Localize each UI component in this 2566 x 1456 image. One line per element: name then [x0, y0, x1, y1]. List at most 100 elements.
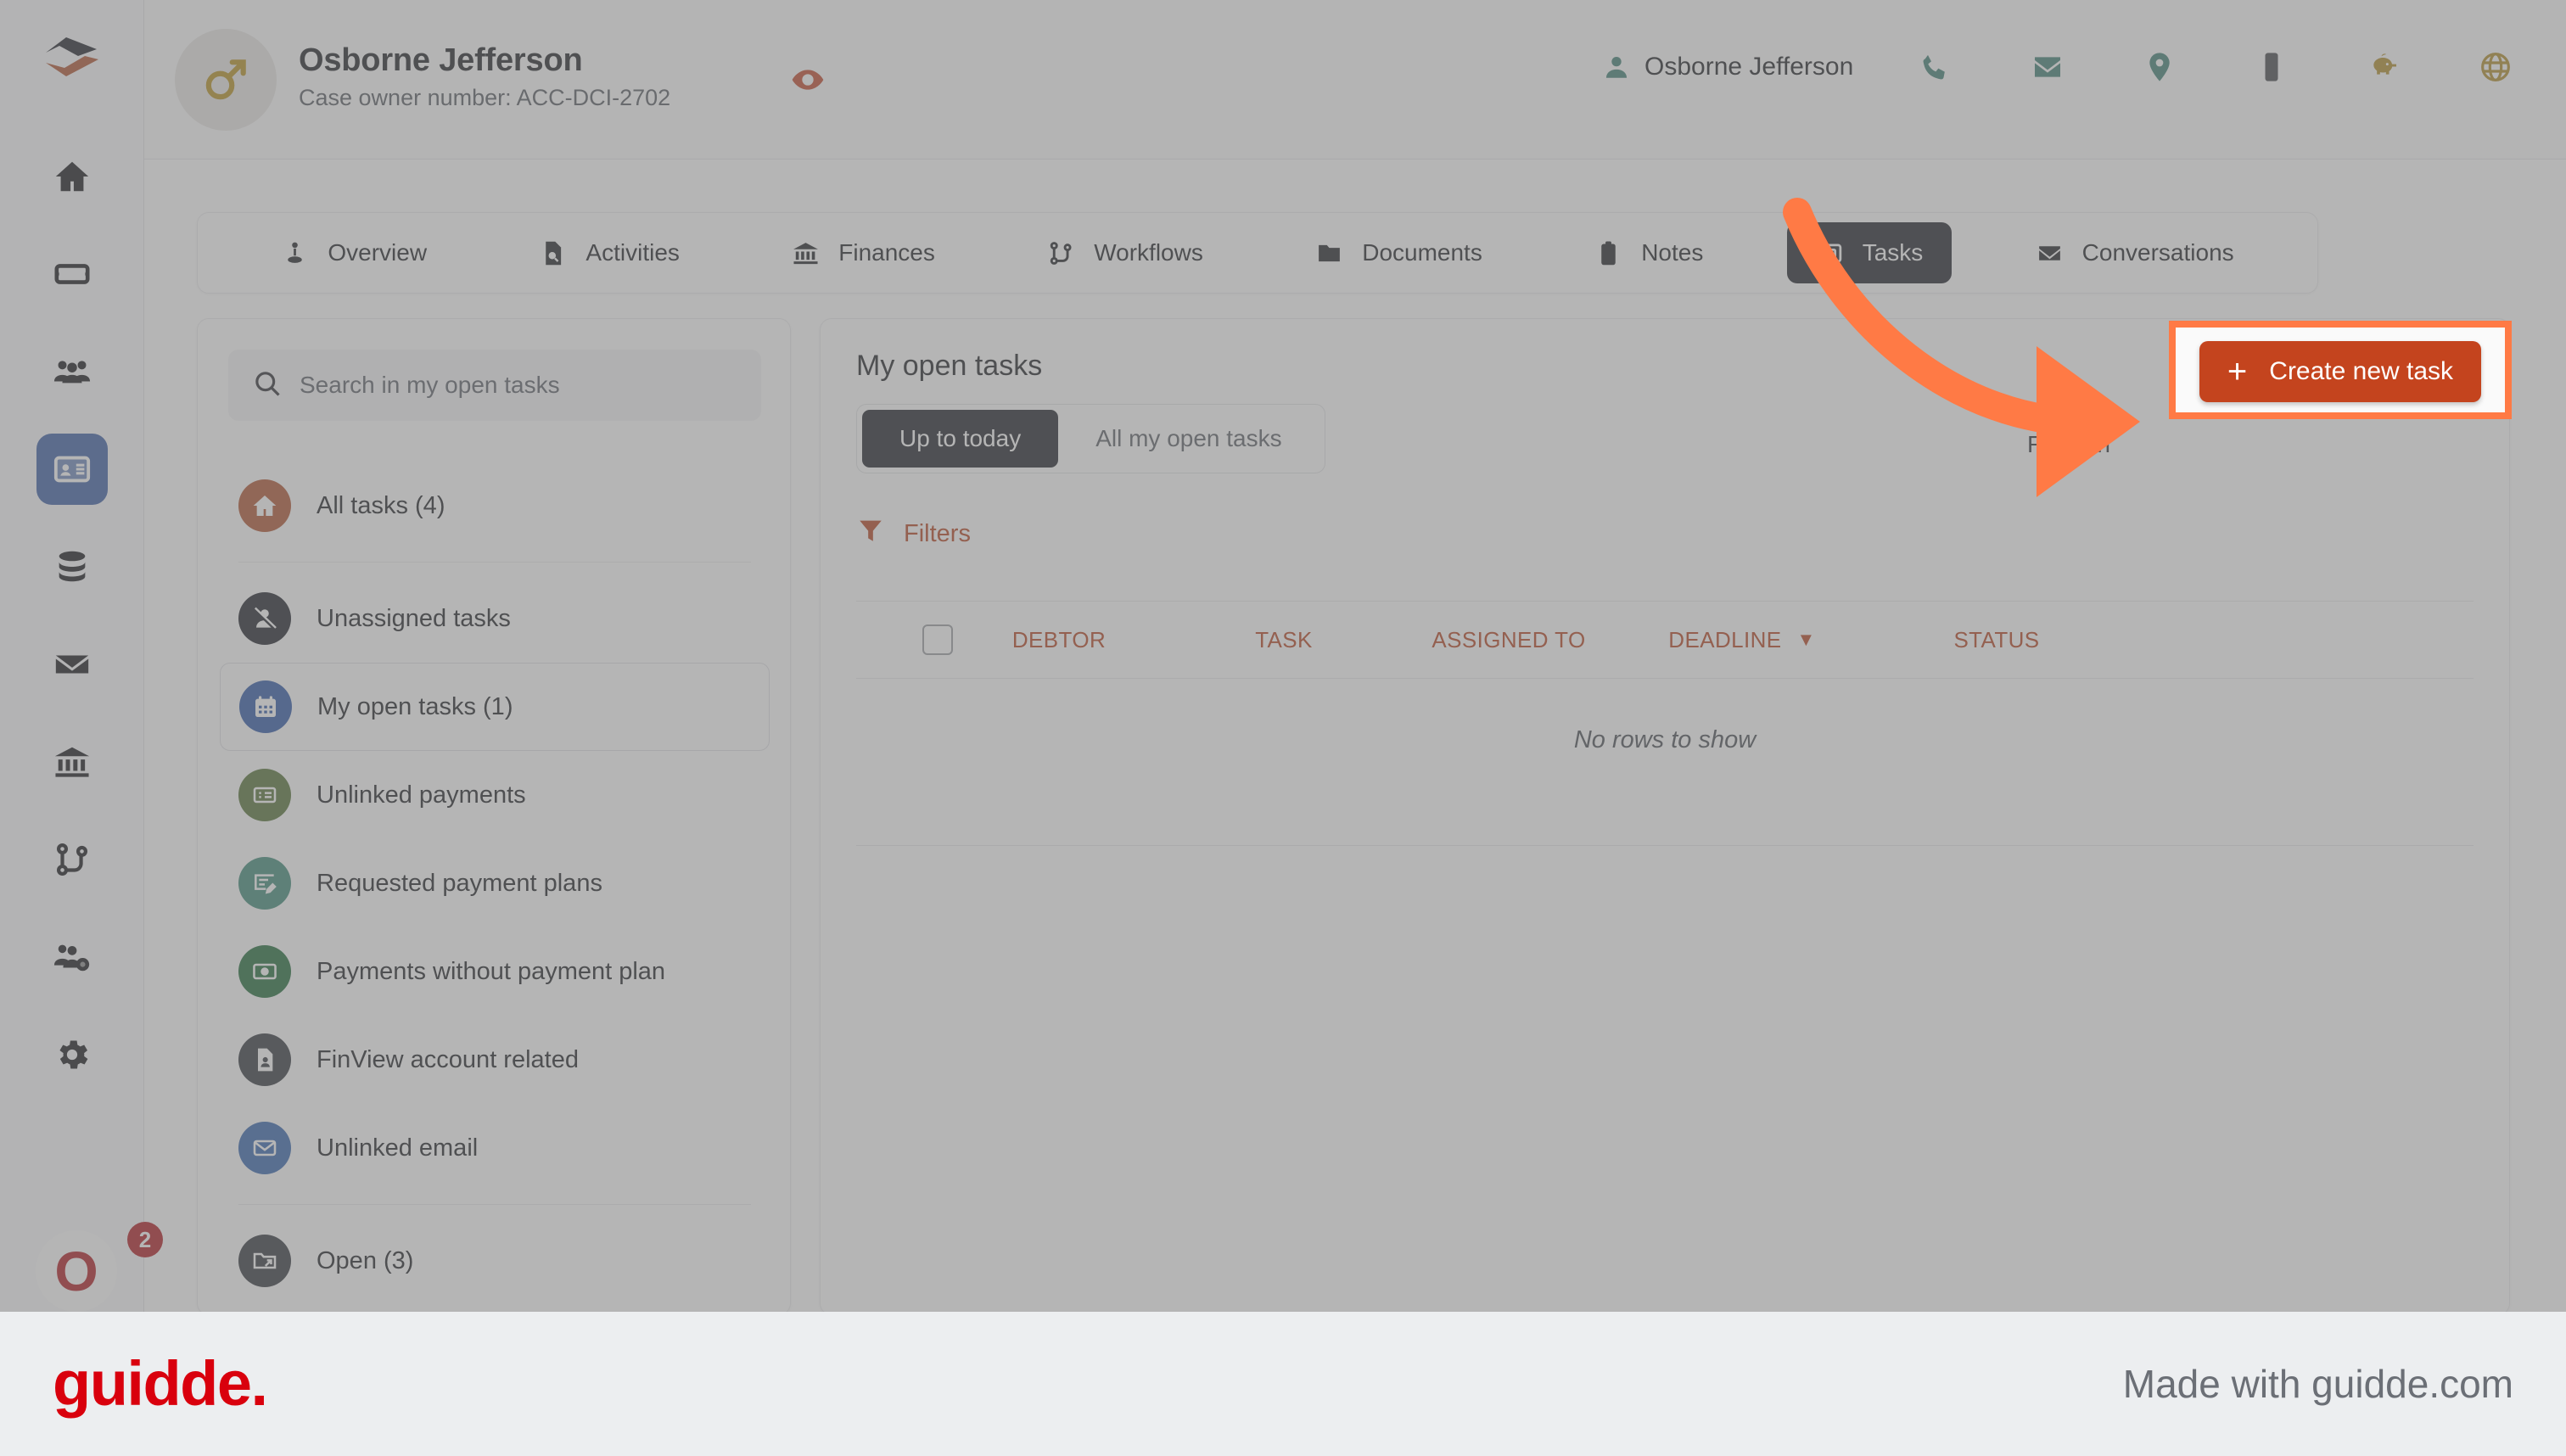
rail-item-team-settings[interactable] — [0, 908, 144, 1005]
sidebar-item-label: All tasks (4) — [317, 491, 445, 519]
case-owner-number: Case owner number: ACC-DCI-2702 — [299, 85, 671, 110]
table-empty-message: No rows to show — [1573, 726, 1756, 753]
sidebar-item-requested-payment-plans[interactable]: Requested payment plans — [220, 839, 770, 927]
task-filter-panel: All tasks (4) Unassigned tasks My open t… — [197, 318, 791, 1315]
avatar[interactable]: O — [36, 1230, 117, 1312]
rail-item-settings[interactable] — [0, 1005, 144, 1103]
sidebar-item-unlinked-email[interactable]: Unlinked email — [220, 1104, 770, 1192]
segment-up-to-today[interactable]: Up to today — [862, 410, 1059, 468]
header-user[interactable]: Osborne Jefferson — [1602, 53, 1853, 81]
sidebar-item-unlinked-payments[interactable]: Unlinked payments — [220, 751, 770, 839]
left-nav-rail: O 2 — [0, 0, 163, 1312]
sidebar-item-label: Unlinked payments — [317, 781, 526, 809]
database-icon[interactable] — [36, 531, 108, 602]
ticket-icon[interactable] — [36, 238, 108, 310]
filters-label: Filters — [904, 519, 971, 547]
tab-notes[interactable]: Notes — [1566, 222, 1732, 283]
table-bottom-divider — [856, 845, 2474, 846]
tab-tasks[interactable]: Tasks — [1786, 222, 1953, 283]
tab-label: Tasks — [1862, 239, 1924, 266]
rail-item-contacts[interactable] — [0, 420, 144, 518]
location-pin-icon[interactable] — [2142, 49, 2177, 85]
bank-icon[interactable] — [36, 726, 108, 798]
table-header-task[interactable]: TASK — [1165, 627, 1403, 653]
sidebar-item-finview-account-related[interactable]: FinView account related — [220, 1016, 770, 1104]
rail-item-database[interactable] — [0, 518, 144, 615]
made-with-guidde-text: Made with guidde.com — [2122, 1362, 2513, 1406]
table-header-status[interactable]: STATUS — [1869, 627, 2124, 653]
eye-icon[interactable] — [791, 63, 825, 97]
tasks-icon — [1818, 244, 1841, 262]
table-header-assigned-to[interactable]: ASSIGNED TO — [1403, 627, 1615, 653]
task-filter-list: All tasks (4) Unassigned tasks My open t… — [220, 462, 770, 1305]
envelope-icon — [238, 1122, 291, 1174]
create-new-task-label: Create new task — [2269, 357, 2454, 385]
search-input[interactable] — [300, 372, 737, 399]
rail-item-home[interactable] — [0, 127, 144, 225]
company-logo — [41, 34, 104, 81]
tab-documents[interactable]: Documents — [1286, 222, 1511, 283]
header-user-name: Osborne Jefferson — [1644, 53, 1854, 81]
sidebar-item-my-open-tasks[interactable]: My open tasks (1) — [220, 663, 770, 751]
finances-icon — [793, 242, 819, 264]
people-icon[interactable] — [36, 336, 108, 407]
create-new-task-button[interactable]: + Create new task — [2199, 341, 2481, 402]
divider — [238, 1204, 751, 1205]
mobile-phone-icon[interactable] — [2254, 49, 2289, 85]
tab-workflows[interactable]: Workflows — [1018, 222, 1232, 283]
workflow-icon[interactable] — [36, 824, 108, 895]
content-title: My open tasks — [856, 350, 1043, 382]
email-icon[interactable] — [2030, 49, 2065, 85]
table-header-deadline[interactable]: DEADLINE ▼ — [1615, 627, 1869, 653]
globe-icon[interactable] — [2478, 49, 2513, 85]
tab-finances[interactable]: Finances — [763, 222, 964, 283]
rail-item-bank[interactable] — [0, 713, 144, 810]
plan-edit-icon — [238, 857, 291, 910]
folder-icon — [238, 1235, 291, 1287]
case-header: Osborne Jefferson Case owner number: ACC… — [144, 0, 2566, 160]
overview-icon — [288, 242, 303, 263]
tab-label: Workflows — [1094, 239, 1203, 266]
mail-icon[interactable] — [36, 629, 108, 700]
phone-icon[interactable] — [1918, 49, 1953, 85]
gear-icon[interactable] — [36, 1019, 108, 1090]
filters-button[interactable]: Filters — [856, 516, 971, 552]
tab-activities[interactable]: Activities — [510, 222, 708, 283]
person-icon — [1602, 53, 1631, 81]
rail-item-people[interactable] — [0, 322, 144, 420]
sort-caret-icon: ▼ — [1796, 629, 1816, 650]
contact-card-icon[interactable] — [36, 433, 108, 505]
sidebar-item-label: Unlinked email — [317, 1134, 479, 1162]
table-header-debtor[interactable]: DEBTOR — [953, 627, 1165, 653]
sidebar-item-payments-without-payment-plan[interactable]: Payments without payment plan — [220, 927, 770, 1016]
tab-overview[interactable]: Overview — [252, 222, 456, 283]
search-icon — [252, 368, 283, 403]
rail-item-workflows[interactable] — [0, 810, 144, 908]
sidebar-item-open[interactable]: Open (3) — [220, 1217, 770, 1305]
home-icon[interactable] — [36, 141, 108, 212]
guidde-footer: guidde. Made with guidde.com — [0, 1312, 2566, 1456]
notification-badge: 2 — [127, 1222, 163, 1257]
rail-item-mail[interactable] — [0, 615, 144, 713]
case-avatar — [175, 29, 277, 131]
search-box[interactable] — [228, 350, 761, 421]
select-all-checkbox[interactable] — [922, 624, 953, 655]
sidebar-item-unassigned-tasks[interactable]: Unassigned tasks — [220, 574, 770, 663]
sidebar-item-all-tasks[interactable]: All tasks (4) — [220, 462, 770, 550]
sidebar-item-label: Requested payment plans — [317, 869, 602, 897]
notes-icon — [1601, 240, 1616, 265]
app-root: O 2 Osborne Jefferson Case owner number:… — [0, 0, 2566, 1456]
workflows-icon — [1050, 241, 1072, 265]
tab-label: Activities — [585, 239, 680, 266]
rail-icon-list — [0, 127, 144, 1103]
sidebar-item-label: Unassigned tasks — [317, 604, 511, 632]
rail-item-tickets[interactable] — [0, 225, 144, 322]
segment-all-my-open-tasks[interactable]: All my open tasks — [1058, 410, 1319, 468]
tab-label: Overview — [328, 239, 428, 266]
tab-label: Notes — [1641, 239, 1704, 266]
refresh-button[interactable]: Refresh — [2027, 431, 2110, 458]
table-header-deadline-label: DEADLINE — [1668, 626, 1782, 652]
tab-conversations[interactable]: Conversations — [2007, 222, 2263, 283]
team-settings-icon[interactable] — [36, 921, 108, 993]
piggy-bank-icon[interactable] — [2366, 49, 2401, 85]
